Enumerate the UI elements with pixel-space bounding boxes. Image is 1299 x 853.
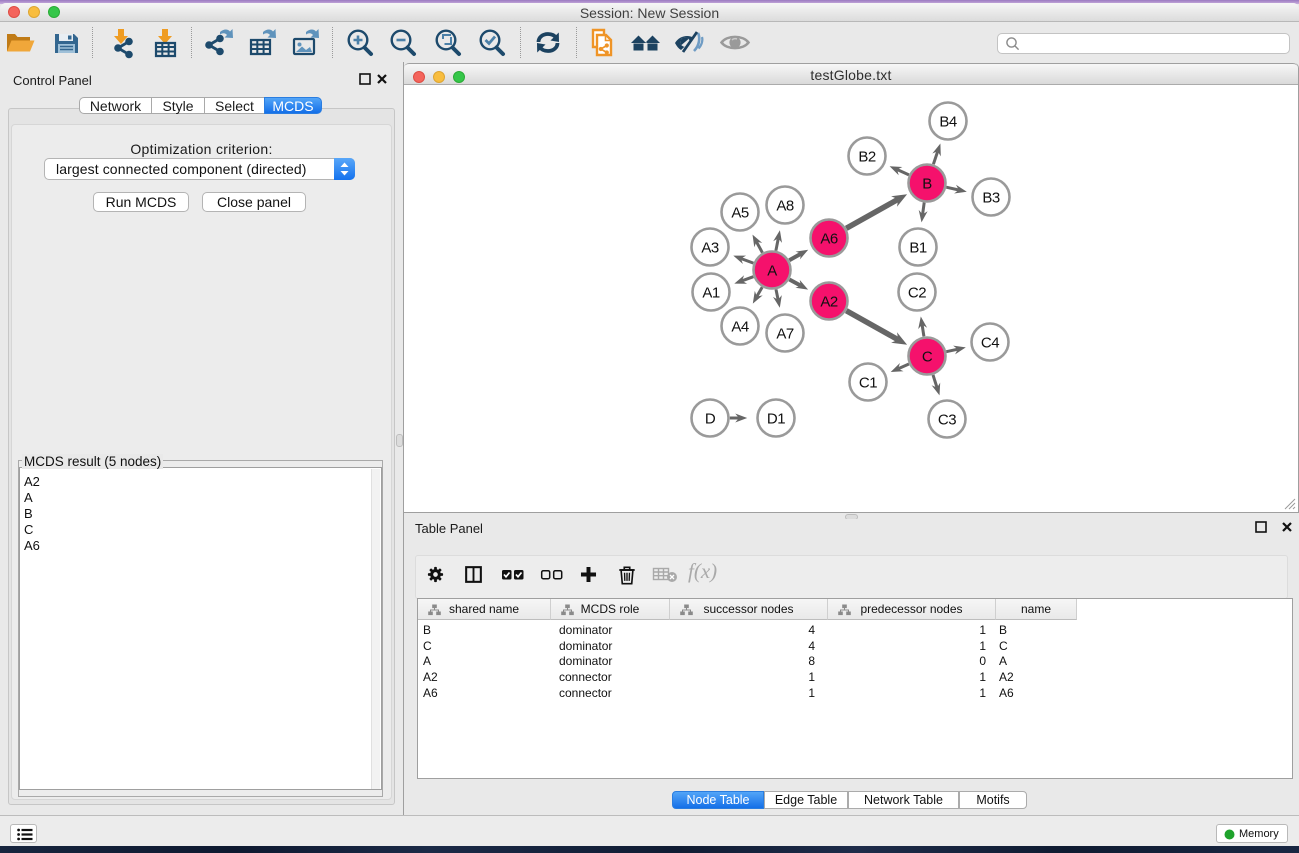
svg-text:A7: A7 (776, 326, 794, 343)
svg-text:C1: C1 (859, 375, 877, 392)
svg-text:B2: B2 (858, 149, 876, 166)
svg-text:C3: C3 (938, 412, 956, 429)
svg-text:D: D (705, 411, 716, 428)
svg-text:A: A (767, 263, 777, 280)
svg-text:A2: A2 (820, 294, 838, 311)
svg-text:A6: A6 (820, 231, 838, 248)
svg-text:B: B (922, 176, 932, 193)
svg-text:B3: B3 (982, 190, 1000, 207)
svg-text:A8: A8 (776, 198, 794, 215)
svg-text:A4: A4 (731, 319, 749, 336)
svg-text:A1: A1 (702, 285, 720, 302)
svg-text:C2: C2 (908, 285, 926, 302)
svg-text:A3: A3 (701, 240, 719, 257)
svg-text:D1: D1 (767, 411, 785, 428)
svg-text:C4: C4 (981, 335, 999, 352)
svg-text:C: C (922, 349, 933, 366)
svg-text:B4: B4 (939, 114, 957, 131)
svg-text:A5: A5 (731, 205, 749, 222)
svg-text:B1: B1 (909, 240, 927, 257)
